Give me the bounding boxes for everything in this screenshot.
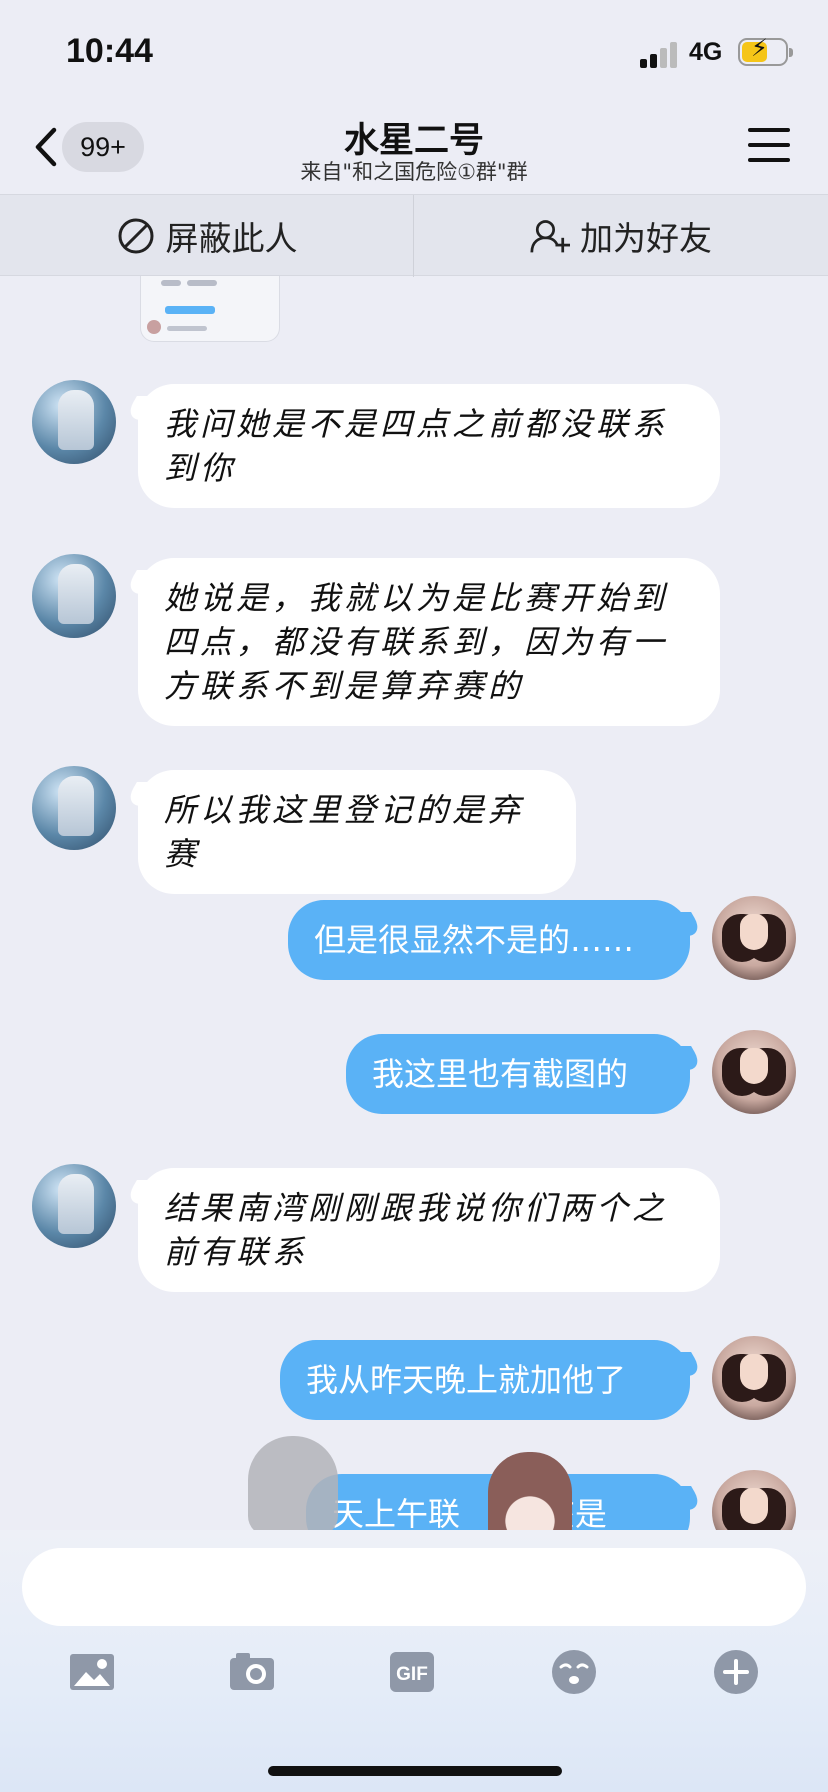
avatar[interactable]	[712, 1336, 796, 1420]
block-user-label: 屏蔽此人	[165, 219, 298, 258]
camera-icon	[230, 1653, 274, 1690]
input-area: GIF	[0, 1530, 828, 1792]
avatar[interactable]	[32, 380, 116, 464]
sticker-character-gray	[248, 1436, 338, 1536]
message-row: 我这里也有截图的	[0, 1030, 828, 1130]
block-icon	[118, 218, 153, 254]
message-bubble[interactable]: 我这里也有截图的	[346, 1034, 690, 1114]
message-bubble[interactable]: 结果南湾刚刚跟我说你们两个之前有联系	[138, 1168, 720, 1292]
message-row: 我从昨天晚上就加他了	[0, 1336, 828, 1436]
emoji-icon	[552, 1650, 596, 1694]
message-row: 天上午联 应该是	[0, 1470, 828, 1530]
gif-icon: GIF	[390, 1652, 434, 1692]
status-bar: 10:44 4G ⚡	[0, 0, 828, 104]
avatar[interactable]	[712, 1470, 796, 1530]
avatar[interactable]	[712, 896, 796, 980]
home-indicator[interactable]	[268, 1766, 562, 1776]
camera-button[interactable]	[228, 1648, 276, 1696]
message-bubble[interactable]: 我从昨天晚上就加他了	[280, 1340, 690, 1420]
message-bubble[interactable]: 所以我这里登记的是弃赛	[138, 770, 576, 894]
stranger-action-bar: 屏蔽此人 加为好友	[0, 194, 828, 277]
status-time: 10:44	[66, 32, 153, 70]
block-user-button[interactable]: 屏蔽此人	[0, 195, 414, 277]
image-icon	[70, 1654, 114, 1690]
add-friend-icon	[530, 220, 570, 253]
image-message-thumbnail[interactable]	[140, 276, 280, 342]
network-label: 4G	[689, 38, 723, 66]
image-button[interactable]	[68, 1648, 116, 1696]
gif-button[interactable]: GIF	[388, 1648, 436, 1696]
message-input[interactable]	[22, 1548, 806, 1626]
message-row: 但是很显然不是的……	[0, 896, 828, 996]
menu-button[interactable]	[748, 128, 790, 164]
battery-icon: ⚡	[738, 34, 793, 66]
message-row: 所以我这里登记的是弃赛	[0, 762, 828, 894]
message-bubble[interactable]: 但是很显然不是的……	[288, 900, 690, 980]
chat-subtitle: 来自"和之国危险①群"群	[300, 160, 528, 184]
avatar[interactable]	[712, 1030, 796, 1114]
message-row: 她说是，我就以为是比赛开始到四点，都没有联系到，因为有一方联系不到是算弃赛的	[0, 550, 828, 730]
plus-button[interactable]	[712, 1648, 760, 1696]
message-row: 结果南湾刚刚跟我说你们两个之前有联系	[0, 1160, 828, 1300]
message-bubble[interactable]: 我问她是不是四点之前都没联系到你	[138, 384, 720, 508]
plus-icon	[714, 1650, 758, 1694]
avatar[interactable]	[32, 554, 116, 638]
emoji-button[interactable]	[550, 1648, 598, 1696]
message-row: 我问她是不是四点之前都没联系到你	[0, 376, 828, 516]
avatar[interactable]	[32, 766, 116, 850]
avatar[interactable]	[32, 1164, 116, 1248]
signal-icon	[640, 40, 680, 68]
chat-header: 99+ 水星二号 来自"和之国危险①群"群	[0, 104, 828, 194]
gif-label: GIF	[396, 1664, 428, 1685]
add-friend-label: 加为好友	[580, 219, 712, 258]
message-bubble[interactable]: 她说是，我就以为是比赛开始到四点，都没有联系到，因为有一方联系不到是算弃赛的	[138, 558, 720, 726]
add-friend-button[interactable]: 加为好友	[414, 195, 828, 277]
